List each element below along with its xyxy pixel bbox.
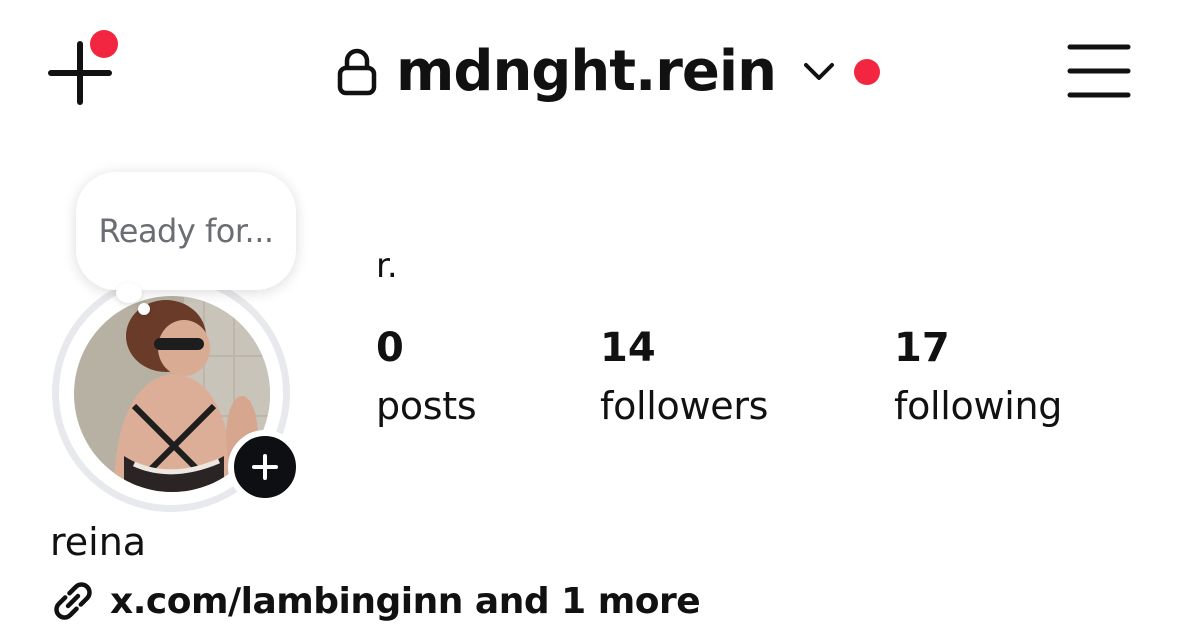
lock-icon: [337, 48, 377, 96]
display-name: r.: [376, 246, 398, 286]
following-count: 17: [894, 325, 950, 371]
note-text: Ready for...: [98, 212, 274, 250]
add-story-button[interactable]: [228, 430, 302, 504]
following-label: following: [894, 384, 1063, 428]
new-post-notification-dot: [90, 30, 118, 58]
hamburger-menu-icon: [1067, 44, 1131, 98]
posts-count: 0: [376, 325, 404, 371]
bio-link-text: x.com/lambinginn and 1 more: [110, 580, 701, 622]
note-bubble-tail-small: [138, 303, 150, 315]
followers-count: 14: [600, 325, 656, 371]
chevron-down-icon: [803, 63, 834, 80]
posts-label: posts: [376, 384, 477, 428]
note-bubble[interactable]: Ready for...: [76, 172, 296, 290]
account-notification-dot: [853, 59, 880, 85]
link-icon: [54, 582, 92, 620]
menu-button[interactable]: [1060, 38, 1138, 104]
profile-username: mdnght.rein: [396, 39, 777, 104]
bio-link[interactable]: x.com/lambinginn and 1 more: [50, 578, 701, 624]
note-bubble-tail: [116, 283, 142, 303]
full-name: reina: [50, 520, 147, 564]
stat-following[interactable]: 17 following: [894, 322, 1062, 438]
stat-posts[interactable]: 0 posts: [376, 322, 477, 438]
plus-icon: [252, 454, 278, 480]
account-switcher[interactable]: mdnght.rein: [336, 30, 880, 114]
stat-followers[interactable]: 14 followers: [600, 322, 768, 438]
followers-label: followers: [600, 384, 769, 428]
